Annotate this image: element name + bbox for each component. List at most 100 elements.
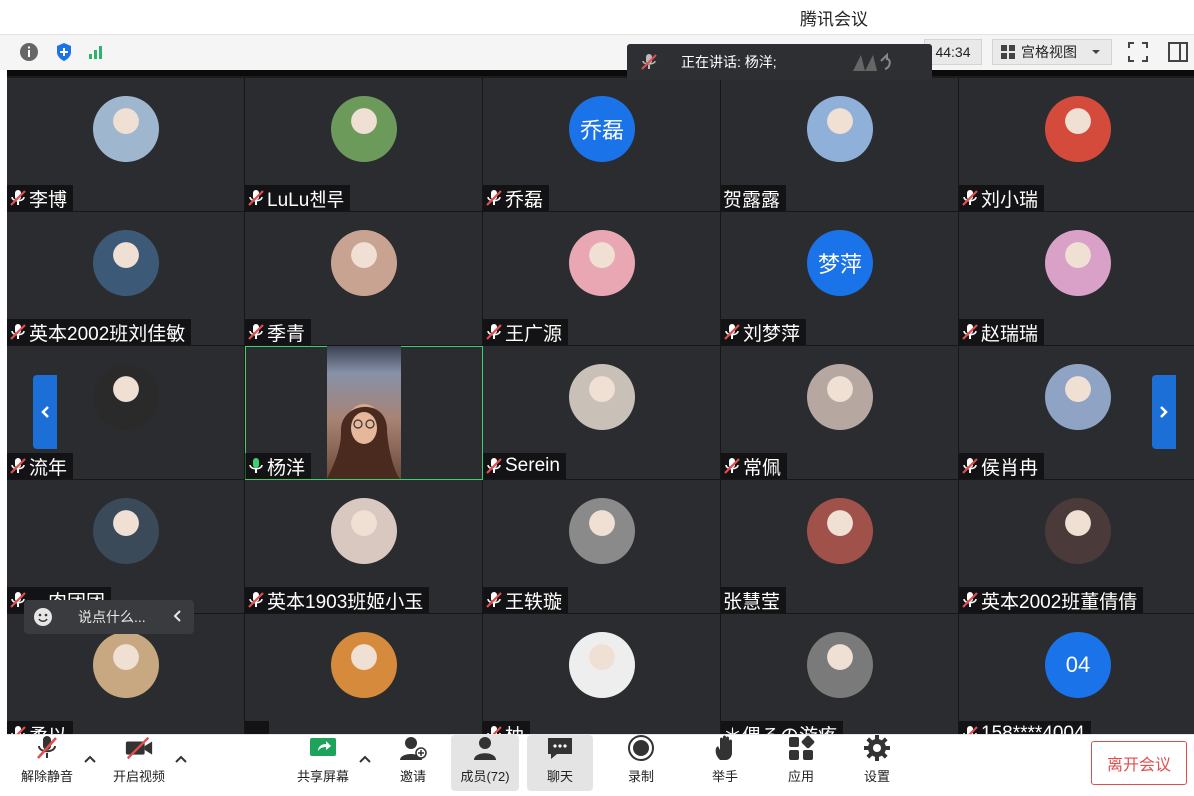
mic-muted-icon bbox=[9, 724, 27, 734]
participant-tile[interactable]: 季青 bbox=[245, 212, 483, 346]
mic-muted-icon bbox=[961, 322, 979, 342]
view-mode-dropdown[interactable]: 宫格视图 bbox=[992, 39, 1112, 65]
avatar bbox=[331, 96, 397, 162]
avatar bbox=[93, 632, 159, 698]
participant-name: 刘小瑞 bbox=[981, 189, 1039, 211]
members-button[interactable]: 成员(72) bbox=[451, 735, 519, 791]
share-screen-label: 共享屏幕 bbox=[296, 769, 349, 784]
participant-tile[interactable]: 英本2002班刘佳敏 bbox=[7, 212, 245, 346]
mic-muted-icon bbox=[961, 724, 979, 734]
participant-tile[interactable]: 贺露露 bbox=[721, 78, 959, 212]
participant-tile[interactable]: LuLu첸루 bbox=[245, 78, 483, 212]
fullscreen-icon[interactable] bbox=[1126, 40, 1150, 64]
participant-tile[interactable]: 英本1903班姬小玉 bbox=[245, 480, 483, 614]
apps-button[interactable]: 应用 bbox=[779, 735, 823, 791]
audio-options-chevron-icon[interactable] bbox=[83, 753, 97, 767]
participant-name: 侯肖冉 bbox=[981, 457, 1039, 479]
start-video-button[interactable]: 开启视频 bbox=[109, 735, 169, 791]
next-page-button[interactable] bbox=[1152, 375, 1176, 449]
avatar bbox=[93, 498, 159, 564]
raise-hand-label: 举手 bbox=[711, 769, 738, 784]
video-options-chevron-icon[interactable] bbox=[174, 753, 188, 767]
chat-placeholder[interactable]: 说点什么... bbox=[78, 607, 146, 627]
invite-button[interactable]: 邀请 bbox=[391, 735, 435, 791]
avatar bbox=[93, 364, 159, 430]
mic-muted-icon bbox=[247, 188, 265, 208]
security-shield-icon[interactable] bbox=[53, 41, 75, 63]
participant-nameplate: 英本1903班姬小玉 bbox=[245, 587, 430, 613]
previous-page-button[interactable] bbox=[33, 375, 57, 449]
participant-tile[interactable]: 常佩 bbox=[721, 346, 959, 480]
speaker-wave-icon bbox=[851, 51, 891, 73]
participant-tile[interactable]: 王广源 bbox=[483, 212, 721, 346]
participant-tile[interactable]: 梦萍 刘梦萍 bbox=[721, 212, 959, 346]
participant-nameplate: 乔磊 bbox=[483, 185, 550, 211]
participant-name: 李博 bbox=[29, 189, 68, 211]
title-bar: 腾讯会议 bbox=[0, 0, 1194, 34]
sidebar-toggle-icon[interactable] bbox=[1166, 40, 1190, 64]
signal-strength-icon[interactable] bbox=[85, 41, 107, 63]
participant-nameplate: 赵瑞瑞 bbox=[959, 319, 1045, 345]
unmute-label: 解除静音 bbox=[20, 769, 73, 784]
participant-tile[interactable]: 赵瑞瑞 bbox=[959, 212, 1194, 346]
avatar bbox=[807, 632, 873, 698]
collapse-chat-icon[interactable] bbox=[172, 609, 182, 626]
raise-hand-button[interactable]: 举手 bbox=[703, 735, 747, 791]
participant-name: 英本1903班姬小玉 bbox=[267, 591, 424, 613]
record-button[interactable]: 录制 bbox=[619, 735, 663, 791]
avatar: 梦萍 bbox=[807, 230, 873, 296]
mic-muted-icon bbox=[9, 322, 27, 342]
info-icon[interactable] bbox=[18, 41, 40, 63]
participant-name: 乔磊 bbox=[505, 189, 544, 211]
share-screen-button[interactable]: 共享屏幕 bbox=[293, 735, 353, 791]
share-screen-icon bbox=[308, 734, 338, 762]
participant-tile[interactable]: 杨洋 bbox=[245, 346, 483, 480]
mic-muted-icon bbox=[485, 456, 503, 476]
avatar bbox=[331, 230, 397, 296]
meeting-controls-bar: 解除静音 开启视频 共享屏幕 邀请 成员(72) 聊天 录制 举手 应用 设置 … bbox=[7, 734, 1194, 796]
participant-tile[interactable]: 一肉团团 bbox=[7, 480, 245, 614]
participant-nameplate: 刘梦萍 bbox=[721, 319, 807, 345]
emoji-icon[interactable] bbox=[33, 607, 53, 627]
participant-name: 王广源 bbox=[505, 323, 563, 345]
participant-nameplate: 王轶璇 bbox=[483, 587, 569, 613]
hand-icon bbox=[710, 734, 740, 762]
participant-tile[interactable]: 王轶璇 bbox=[483, 480, 721, 614]
participant-tile[interactable]: 04 158****4004 bbox=[959, 614, 1194, 734]
participant-tile[interactable]: 英本2002班董倩倩 bbox=[959, 480, 1194, 614]
mic-muted-icon bbox=[485, 322, 503, 342]
avatar bbox=[569, 632, 635, 698]
participant-nameplate: 刘小瑞 bbox=[959, 185, 1045, 211]
participant-tile[interactable]: 刘小瑞 bbox=[959, 78, 1194, 212]
participant-tile[interactable]: 乔磊 乔磊 bbox=[483, 78, 721, 212]
view-mode-label: 宫格视图 bbox=[1021, 44, 1077, 60]
quick-chat-bar[interactable]: 说点什么... bbox=[24, 600, 194, 634]
avatar bbox=[1045, 230, 1111, 296]
participant-tile[interactable] bbox=[245, 614, 483, 734]
participant-nameplate: 英本2002班刘佳敏 bbox=[7, 319, 192, 345]
chat-button[interactable]: 聊天 bbox=[527, 735, 593, 791]
settings-button[interactable]: 设置 bbox=[855, 735, 899, 791]
participant-nameplate: 李博 bbox=[7, 185, 74, 211]
participant-tile[interactable]: 柚 bbox=[483, 614, 721, 734]
participant-video bbox=[327, 346, 401, 479]
mic-off-icon bbox=[32, 734, 62, 762]
avatar: 乔磊 bbox=[569, 96, 635, 162]
meeting-timer: 44:34 bbox=[924, 39, 982, 65]
participant-name: 季青 bbox=[267, 323, 306, 345]
participant-name: 流年 bbox=[29, 457, 68, 479]
participant-name: ＊偶るの游疼 bbox=[723, 721, 837, 735]
avatar bbox=[331, 498, 397, 564]
participant-tile[interactable]: Serein bbox=[483, 346, 721, 480]
unmute-button[interactable]: 解除静音 bbox=[19, 735, 75, 791]
start-video-label: 开启视频 bbox=[112, 769, 165, 784]
active-speaker-bar: 正在讲话: 杨洋; bbox=[627, 44, 932, 80]
participant-tile[interactable]: 李博 bbox=[7, 78, 245, 212]
participant-name: 张慧莹 bbox=[723, 591, 781, 613]
participant-name: 158****4004 bbox=[981, 723, 1085, 734]
participant-name: LuLu첸루 bbox=[267, 189, 345, 211]
share-options-chevron-icon[interactable] bbox=[358, 753, 372, 767]
leave-meeting-button[interactable]: 离开会议 bbox=[1091, 741, 1187, 785]
participant-tile[interactable]: ＊偶るの游疼 bbox=[721, 614, 959, 734]
participant-tile[interactable]: 张慧莹 bbox=[721, 480, 959, 614]
